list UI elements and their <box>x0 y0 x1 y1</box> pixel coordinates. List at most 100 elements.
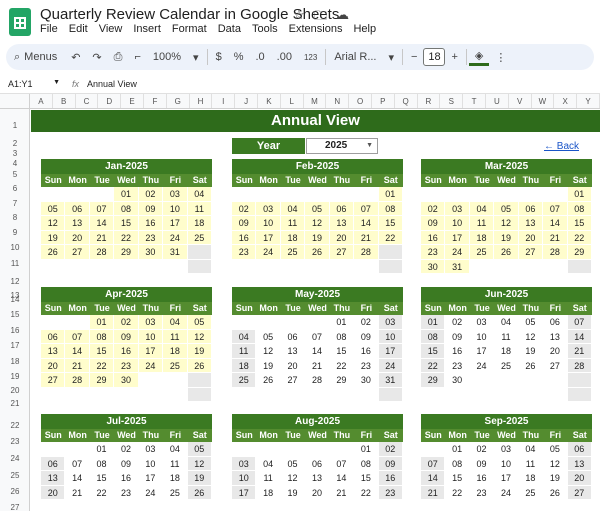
day-cell[interactable]: 04 <box>518 442 544 457</box>
row-header-18[interactable]: 18 <box>0 357 30 366</box>
day-cell[interactable]: 17 <box>378 344 403 359</box>
empty-day-cell[interactable] <box>256 442 281 457</box>
day-cell[interactable]: 21 <box>89 230 115 245</box>
day-cell[interactable]: 01 <box>567 187 592 202</box>
day-cell[interactable]: 17 <box>256 230 281 245</box>
day-cell[interactable]: 17 <box>232 485 257 500</box>
day-cell[interactable]: 07 <box>543 201 568 216</box>
day-cell[interactable]: 05 <box>543 442 568 457</box>
empty-day-cell[interactable] <box>445 387 470 402</box>
empty-day-cell[interactable] <box>65 259 90 274</box>
day-cell[interactable]: 30 <box>354 373 379 388</box>
day-cell[interactable]: 01 <box>421 315 446 330</box>
row-header-12[interactable]: 12 <box>0 277 30 286</box>
day-cell[interactable]: 15 <box>445 471 470 486</box>
day-cell[interactable]: 08 <box>445 456 470 471</box>
day-cell[interactable]: 29 <box>421 373 446 388</box>
row-header-17[interactable]: 17 <box>0 341 30 350</box>
day-cell[interactable]: 27 <box>567 485 592 500</box>
day-cell[interactable]: 12 <box>256 344 281 359</box>
column-header-d[interactable]: D <box>98 94 122 108</box>
day-cell[interactable]: 21 <box>421 485 446 500</box>
day-cell[interactable]: 18 <box>469 230 495 245</box>
day-cell[interactable]: 07 <box>354 201 379 216</box>
day-cell[interactable]: 06 <box>543 315 568 330</box>
day-cell[interactable]: 18 <box>232 358 257 373</box>
day-cell[interactable]: 08 <box>89 456 115 471</box>
day-cell[interactable]: 05 <box>256 329 281 344</box>
row-header-23[interactable]: 23 <box>0 437 30 446</box>
day-cell[interactable]: 04 <box>494 315 519 330</box>
empty-day-cell[interactable] <box>518 259 544 274</box>
row-header-24[interactable]: 24 <box>0 454 30 463</box>
day-cell[interactable]: 22 <box>89 358 115 373</box>
empty-day-cell[interactable] <box>232 387 257 402</box>
day-cell[interactable]: 30 <box>114 373 139 388</box>
day-cell[interactable]: 22 <box>329 358 355 373</box>
empty-day-cell[interactable] <box>232 442 257 457</box>
day-cell[interactable]: 05 <box>494 201 519 216</box>
day-cell[interactable]: 10 <box>494 456 519 471</box>
empty-day-cell[interactable] <box>41 387 66 402</box>
row-header-7[interactable]: 7 <box>0 199 30 208</box>
day-cell[interactable]: 28 <box>543 245 568 260</box>
day-cell[interactable]: 19 <box>187 471 212 486</box>
day-cell[interactable]: 19 <box>543 471 568 486</box>
day-cell[interactable]: 13 <box>41 344 66 359</box>
row-header-11[interactable]: 11 <box>0 259 30 268</box>
year-dropdown[interactable]: 2025 ▼ <box>306 138 378 154</box>
empty-day-cell[interactable] <box>163 259 188 274</box>
decrease-decimals-button[interactable]: .0 <box>249 51 270 63</box>
day-cell[interactable]: 22 <box>421 358 446 373</box>
day-cell[interactable]: 26 <box>494 245 519 260</box>
day-cell[interactable]: 06 <box>305 456 330 471</box>
day-cell[interactable]: 08 <box>114 201 139 216</box>
font-size-input[interactable]: 18 <box>423 48 446 66</box>
column-header-t[interactable]: T <box>463 94 486 108</box>
day-cell[interactable]: 10 <box>469 329 495 344</box>
empty-day-cell[interactable] <box>518 187 544 202</box>
menu-data[interactable]: Data <box>218 23 241 35</box>
zoom-select[interactable]: 100% <box>147 51 187 63</box>
day-cell[interactable]: 20 <box>280 358 306 373</box>
day-cell[interactable]: 20 <box>65 230 90 245</box>
day-cell[interactable]: 14 <box>329 471 355 486</box>
empty-day-cell[interactable] <box>65 315 90 330</box>
day-cell[interactable]: 11 <box>280 216 306 231</box>
empty-day-cell[interactable] <box>187 245 212 260</box>
sheets-logo-icon[interactable] <box>9 8 31 36</box>
day-cell[interactable]: 23 <box>138 230 164 245</box>
decrease-font-size-icon[interactable]: − <box>405 51 423 63</box>
empty-day-cell[interactable] <box>256 387 281 402</box>
day-cell[interactable]: 04 <box>256 456 281 471</box>
day-cell[interactable]: 16 <box>445 344 470 359</box>
day-cell[interactable]: 06 <box>567 442 592 457</box>
day-cell[interactable]: 10 <box>378 329 403 344</box>
day-cell[interactable]: 01 <box>354 442 379 457</box>
day-cell[interactable]: 13 <box>41 471 66 486</box>
day-cell[interactable]: 17 <box>163 216 188 231</box>
column-header-q[interactable]: Q <box>395 94 418 108</box>
day-cell[interactable]: 07 <box>329 456 355 471</box>
day-cell[interactable]: 04 <box>163 442 188 457</box>
empty-day-cell[interactable] <box>494 187 519 202</box>
day-cell[interactable]: 20 <box>567 471 592 486</box>
day-cell[interactable]: 26 <box>543 485 568 500</box>
menus-search[interactable]: ⌕ Menus <box>6 46 65 68</box>
day-cell[interactable]: 10 <box>256 216 281 231</box>
day-cell[interactable]: 02 <box>354 315 379 330</box>
chevron-down-icon[interactable]: ▾ <box>383 51 401 64</box>
day-cell[interactable]: 15 <box>421 344 446 359</box>
day-cell[interactable]: 10 <box>138 456 164 471</box>
day-cell[interactable]: 04 <box>232 329 257 344</box>
day-cell[interactable]: 28 <box>65 373 90 388</box>
day-cell[interactable]: 12 <box>187 329 212 344</box>
annual-view-banner[interactable]: Annual View <box>31 110 600 132</box>
day-cell[interactable]: 14 <box>543 216 568 231</box>
day-cell[interactable]: 25 <box>232 373 257 388</box>
empty-day-cell[interactable] <box>114 259 139 274</box>
day-cell[interactable]: 15 <box>89 344 115 359</box>
day-cell[interactable]: 05 <box>305 201 330 216</box>
day-cell[interactable]: 13 <box>280 344 306 359</box>
day-cell[interactable]: 11 <box>469 216 495 231</box>
